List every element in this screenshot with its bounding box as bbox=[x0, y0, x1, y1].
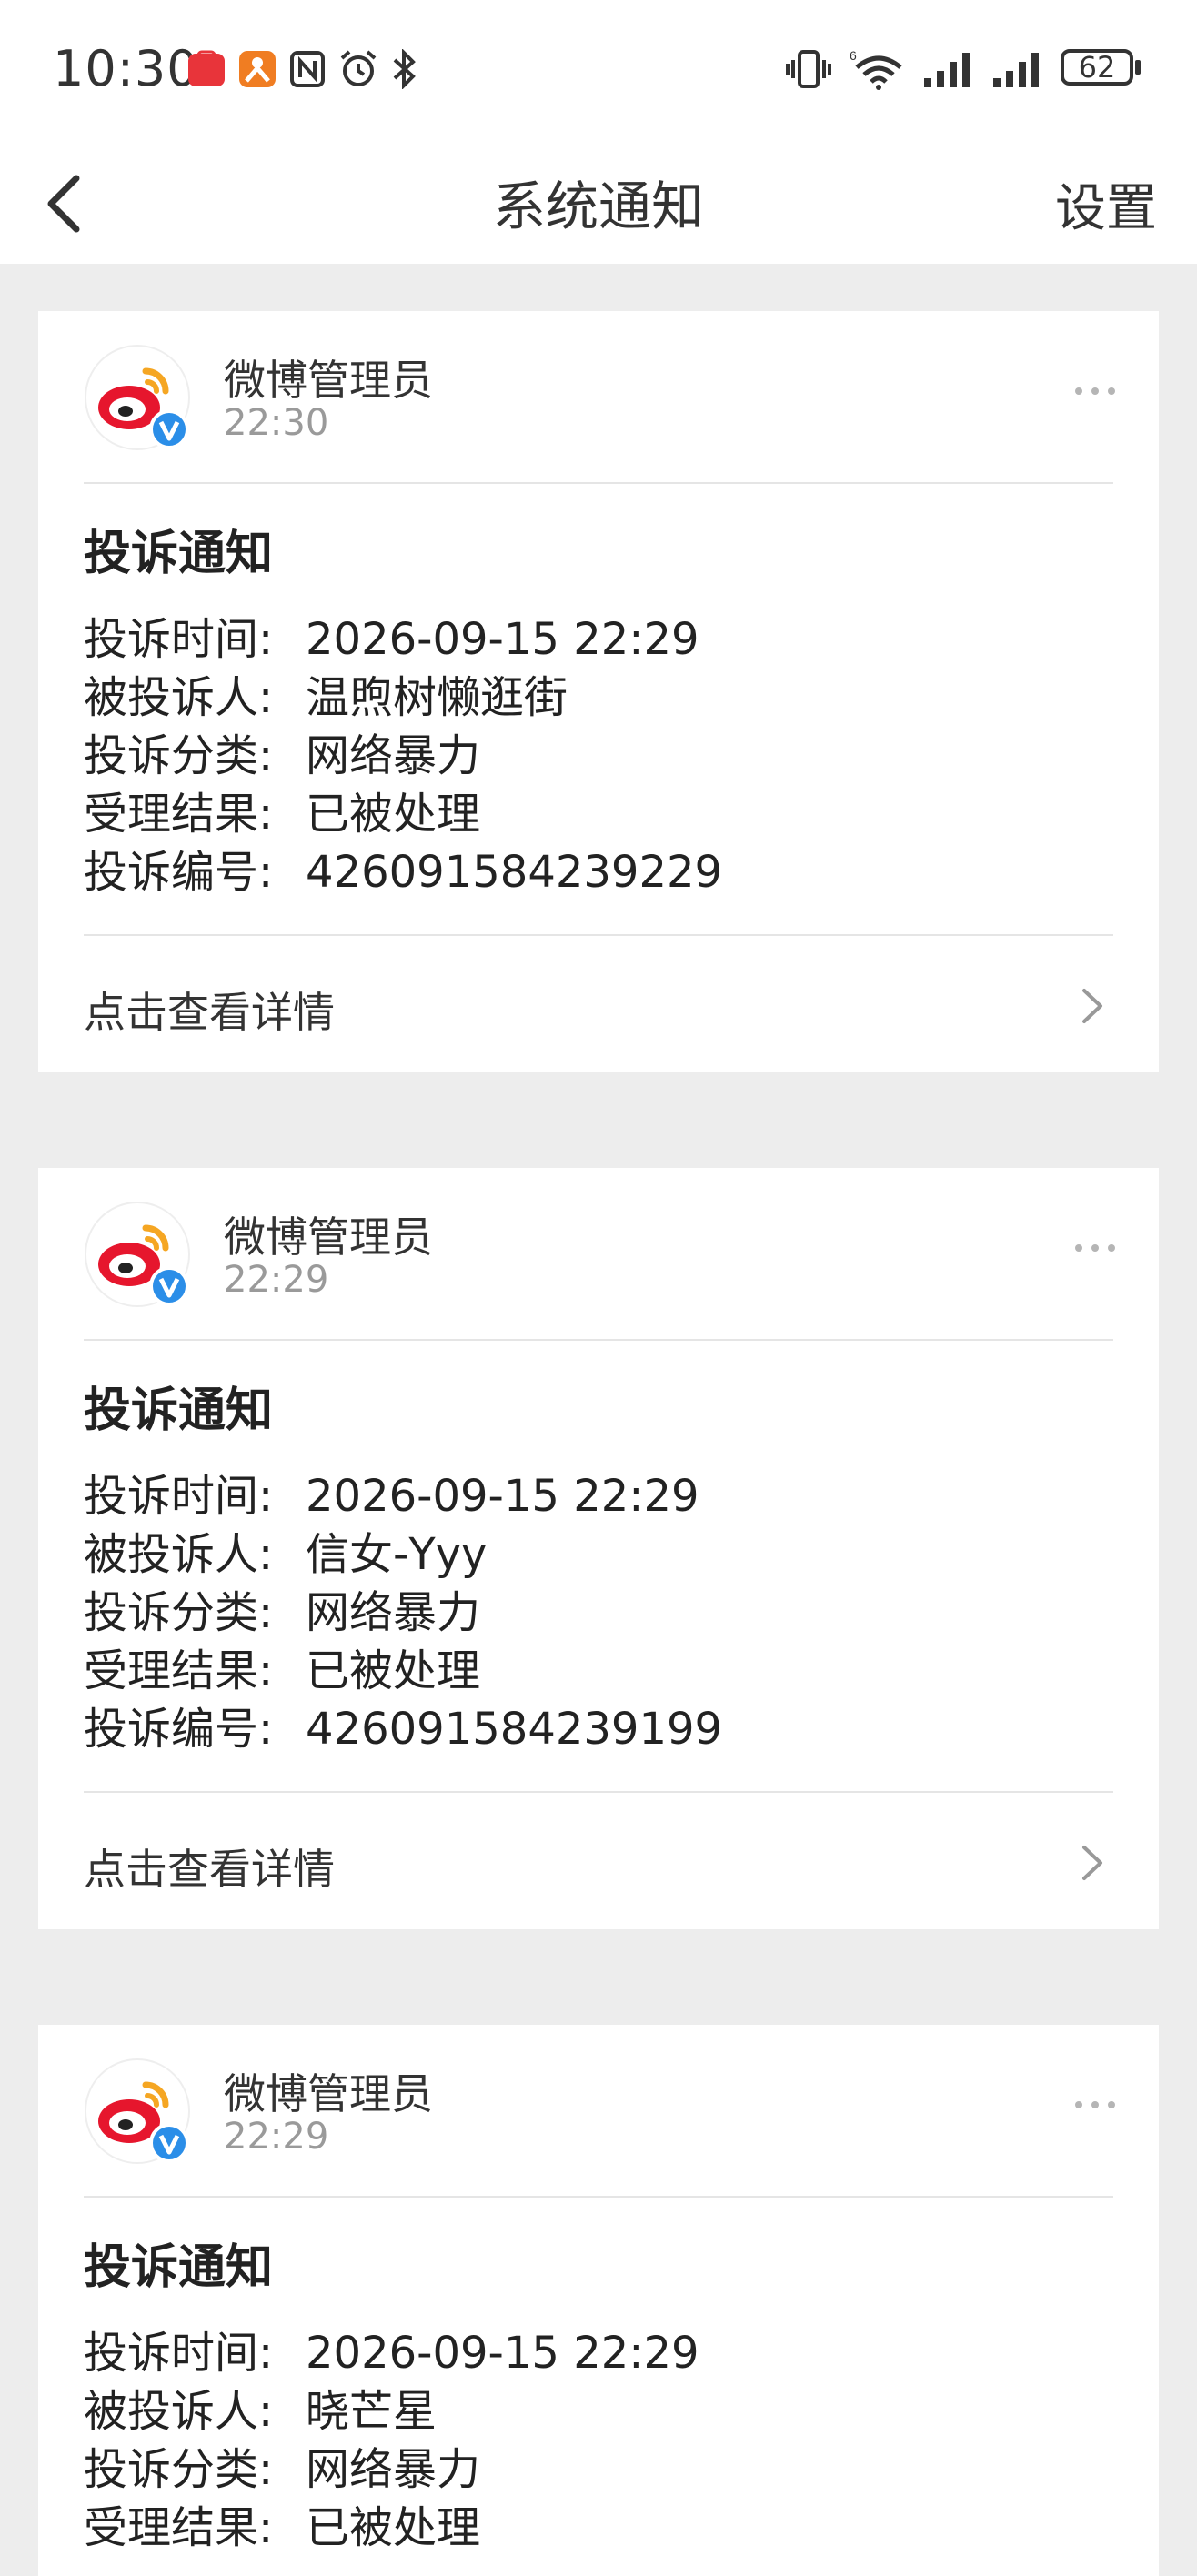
settings-button[interactable]: 设置 bbox=[1055, 167, 1157, 241]
more-options-icon[interactable] bbox=[1075, 2101, 1115, 2108]
alarm-icon bbox=[340, 50, 377, 86]
field-label: 受理结果: bbox=[84, 2502, 274, 2553]
field-row: 投诉编号: 426091584239229 bbox=[84, 843, 1113, 901]
status-system-icons: 6 62 bbox=[786, 47, 1142, 91]
vibrate-icon bbox=[786, 50, 831, 88]
card-body: 投诉通知 投诉时间: 2026-09-15 22:29 被投诉人: 温煦树懒逛街 投… bbox=[38, 484, 1159, 934]
field-row: 受理结果: 已被处理 bbox=[84, 1642, 1113, 1700]
field-row: 被投诉人: 温煦树懒逛街 bbox=[84, 669, 1113, 727]
bluetooth-icon bbox=[393, 49, 416, 89]
sender-name: 微博管理员 bbox=[224, 2069, 433, 2118]
notice-title: 投诉通知 bbox=[84, 527, 274, 581]
more-options-icon[interactable] bbox=[1075, 387, 1115, 395]
status-bar: 10:30 6 62 bbox=[0, 0, 1197, 146]
weibo-logo-avatar[interactable] bbox=[84, 2058, 191, 2165]
signal-strength-icon-2 bbox=[993, 53, 1039, 87]
field-row: 受理结果: 已被处理 bbox=[84, 2499, 1113, 2557]
notice-title: 投诉通知 bbox=[84, 1384, 274, 1438]
card-header: 微博管理员 22:29 bbox=[38, 1168, 1159, 1339]
sender-name: 微博管理员 bbox=[224, 356, 433, 405]
orange-app-icon bbox=[239, 51, 276, 87]
field-value: 2026-09-15 22:29 bbox=[306, 614, 699, 665]
field-value: 网络暴力 bbox=[306, 730, 481, 781]
field-value: 网络暴力 bbox=[306, 1587, 481, 1638]
field-row: 投诉分类: 网络暴力 bbox=[84, 727, 1113, 785]
status-notification-icons bbox=[187, 49, 418, 89]
view-details-link[interactable]: 点击查看详情 bbox=[84, 1836, 335, 1897]
field-label: 投诉编号: bbox=[84, 1704, 274, 1755]
field-label: 被投诉人: bbox=[84, 2386, 274, 2437]
field-label: 受理结果: bbox=[84, 789, 274, 840]
chevron-right-icon bbox=[1082, 989, 1102, 1023]
card-header: 微博管理员 22:29 bbox=[38, 2025, 1159, 2196]
card-body: 投诉通知 投诉时间: 2026-09-15 22:29 被投诉人: 晓芒星 投诉分类… bbox=[38, 2198, 1159, 2576]
view-details-link[interactable]: 点击查看详情 bbox=[84, 980, 335, 1040]
card-header: 微博管理员 22:30 bbox=[38, 311, 1159, 482]
field-value: 2026-09-15 22:29 bbox=[306, 1471, 699, 1522]
notice-title: 投诉通知 bbox=[84, 2240, 274, 2295]
field-value: 426091584239199 bbox=[306, 1704, 723, 1755]
field-value: 晓芒星 bbox=[306, 2386, 438, 2437]
field-label: 投诉分类: bbox=[84, 2444, 274, 2495]
field-value: 温煦树懒逛街 bbox=[306, 672, 568, 723]
card-body: 投诉通知 投诉时间: 2026-09-15 22:29 被投诉人: 信女-Yyy 投… bbox=[38, 1341, 1159, 1791]
weibo-logo-avatar[interactable] bbox=[84, 344, 191, 451]
field-row: 受理结果: 已被处理 bbox=[84, 785, 1113, 843]
nav-bar: 系统通知 设置 bbox=[0, 146, 1197, 264]
field-label: 投诉分类: bbox=[84, 1587, 274, 1638]
chevron-right-icon bbox=[1082, 1846, 1102, 1880]
field-value: 426091584239229 bbox=[306, 847, 723, 898]
field-row: 投诉时间: 2026-09-15 22:29 bbox=[84, 2324, 1113, 2382]
field-row: 被投诉人: 晓芒星 bbox=[84, 2382, 1113, 2440]
field-label: 投诉时间: bbox=[84, 1471, 274, 1522]
more-options-icon[interactable] bbox=[1075, 1244, 1115, 1252]
field-row: 投诉时间: 2026-09-15 22:29 bbox=[84, 1467, 1113, 1525]
field-row: 投诉分类: 网络暴力 bbox=[84, 1584, 1113, 1642]
nfc-icon bbox=[290, 51, 325, 87]
field-label: 被投诉人: bbox=[84, 1529, 274, 1580]
svg-text:6: 6 bbox=[850, 48, 857, 63]
signal-strength-icon bbox=[924, 53, 970, 87]
field-label: 被投诉人: bbox=[84, 672, 274, 723]
field-row: 投诉编号: 426091584239199 bbox=[84, 1700, 1113, 1758]
notification-card: 微博管理员 22:30 投诉通知 投诉时间: 2026-09-15 22:29 被… bbox=[38, 311, 1159, 1072]
field-label: 投诉分类: bbox=[84, 730, 274, 781]
message-time: 22:29 bbox=[224, 2116, 329, 2158]
field-label: 投诉编号: bbox=[84, 847, 274, 898]
field-value: 已被处理 bbox=[306, 789, 481, 840]
notification-card: 微博管理员 22:29 投诉通知 投诉时间: 2026-09-15 22:29 被… bbox=[38, 2025, 1159, 2576]
weibo-logo-avatar[interactable] bbox=[84, 1201, 191, 1308]
field-row: 投诉时间: 2026-09-15 22:29 bbox=[84, 610, 1113, 669]
status-time: 10:30 bbox=[53, 40, 199, 97]
field-value: 已被处理 bbox=[306, 2502, 481, 2553]
notification-card: 微博管理员 22:29 投诉通知 投诉时间: 2026-09-15 22:29 被… bbox=[38, 1168, 1159, 1929]
field-value: 网络暴力 bbox=[306, 2444, 481, 2495]
field-value: 信女-Yyy bbox=[306, 1529, 488, 1580]
message-time: 22:29 bbox=[224, 1259, 329, 1301]
huawei-app-icon bbox=[188, 50, 225, 86]
sender-name: 微博管理员 bbox=[224, 1213, 433, 1262]
view-details-row[interactable]: 点击查看详情 bbox=[38, 936, 1159, 1072]
wifi-6-icon: 6 bbox=[850, 48, 902, 90]
message-time: 22:30 bbox=[224, 402, 329, 444]
field-label: 投诉时间: bbox=[84, 614, 274, 665]
field-row: 被投诉人: 信女-Yyy bbox=[84, 1525, 1113, 1584]
field-label: 投诉时间: bbox=[84, 2328, 274, 2379]
view-details-row[interactable]: 点击查看详情 bbox=[38, 1793, 1159, 1929]
page-title: 系统通知 bbox=[492, 176, 704, 237]
battery-level: 62 bbox=[1078, 50, 1116, 85]
field-row: 投诉分类: 网络暴力 bbox=[84, 2440, 1113, 2499]
field-value: 2026-09-15 22:29 bbox=[306, 2328, 699, 2379]
battery-icon: 62 bbox=[1061, 49, 1142, 89]
field-value: 已被处理 bbox=[306, 1645, 481, 1696]
field-label: 受理结果: bbox=[84, 1645, 274, 1696]
